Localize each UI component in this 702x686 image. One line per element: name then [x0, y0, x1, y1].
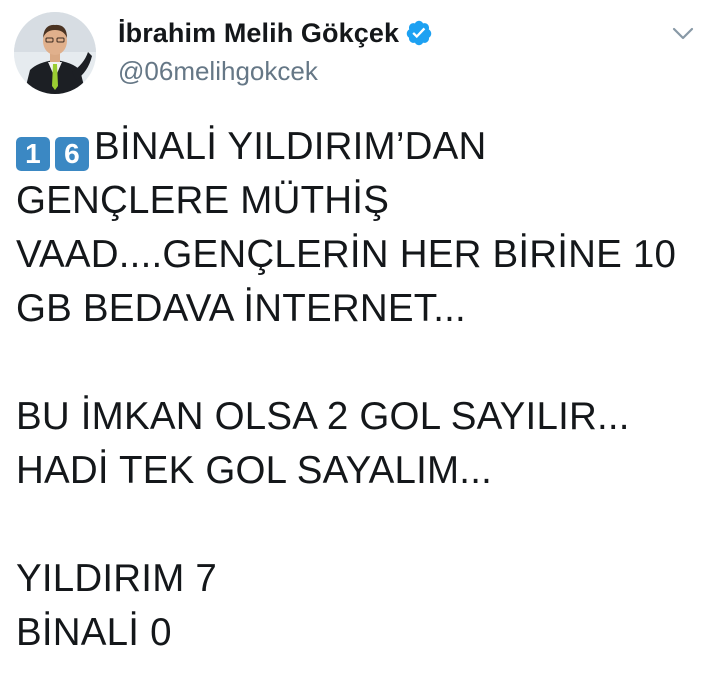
user-names: İbrahim Melih Gökçek @06melihgokcek: [118, 16, 433, 87]
paragraph-break: [16, 498, 692, 552]
tweet-text: 1 6 BİNALİ YILDIRIM’DAN GENÇLERE MÜTHİŞ VA…: [16, 120, 692, 660]
user-handle[interactable]: @06melihgokcek: [118, 56, 433, 87]
chevron-down-icon[interactable]: [670, 20, 696, 46]
display-name[interactable]: İbrahim Melih Gökçek: [118, 18, 399, 49]
tweet-line-1-text: BİNALİ YILDIRIM’DAN: [94, 125, 487, 168]
tweet-line-8: BİNALİ 0: [16, 611, 172, 654]
display-name-row: İbrahim Melih Gökçek: [118, 16, 433, 50]
avatar-photo-icon: [14, 12, 96, 94]
tweet-line-2: GENÇLERE MÜTHİŞ: [16, 179, 390, 222]
tweet-line-4: GB BEDAVA İNTERNET...: [16, 287, 466, 330]
tweet-line-7: YILDIRIM 7: [16, 557, 217, 600]
tweet-line-1: 1 6 BİNALİ YILDIRIM’DAN: [16, 120, 692, 174]
tweet-line-6: HADİ TEK GOL SAYALIM...: [16, 449, 492, 492]
tweet-line-3: VAAD....GENÇLERİN HER BİRİNE 10: [16, 233, 677, 276]
tweet-header: İbrahim Melih Gökçek @06melihgokcek: [14, 12, 694, 94]
tweet-line-5: BU İMKAN OLSA 2 GOL SAYILIR...: [16, 395, 630, 438]
avatar[interactable]: [14, 12, 96, 94]
keycap-one-emoji: 1: [16, 137, 50, 171]
paragraph-break: [16, 336, 692, 390]
tweet: İbrahim Melih Gökçek @06melihgokcek 1 6 Bİ…: [0, 0, 702, 686]
keycap-six-emoji: 6: [55, 137, 89, 171]
verified-badge-icon: [405, 19, 433, 47]
